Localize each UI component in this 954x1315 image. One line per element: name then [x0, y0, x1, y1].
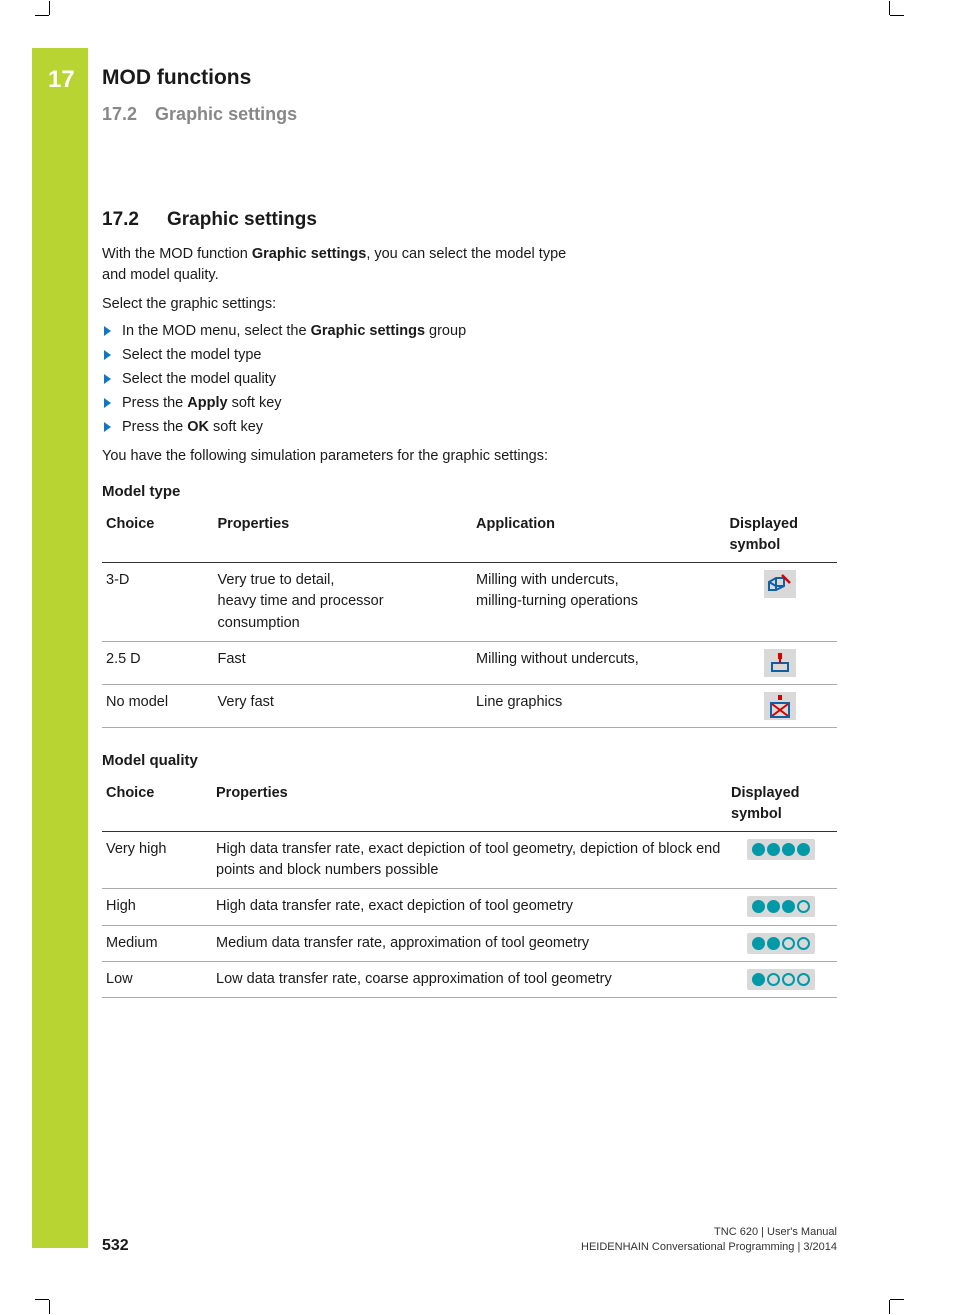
footer-line1: TNC 620 | User's Manual [581, 1225, 837, 1240]
quality-dots-icon [747, 933, 815, 954]
intro-paragraph: With the MOD function Graphic settings, … [102, 244, 582, 286]
heading-number: 17.2 [102, 209, 139, 230]
after-text: You have the following simulation parame… [102, 446, 837, 467]
table-row: 2.5 DFastMilling without undercuts, [102, 641, 837, 684]
t2-h-sym: Displayed symbol [727, 777, 837, 832]
chapter-tab [32, 48, 88, 1248]
intro-bold: Graphic settings [252, 246, 366, 262]
subsection-header: 17.2 Graphic settings [102, 104, 297, 125]
model-type-table: Choice Properties Application Displayed … [102, 508, 837, 727]
quality-dots-icon [747, 969, 815, 990]
t2-h-props: Properties [212, 777, 727, 832]
chapter-number: 17 [48, 66, 75, 94]
t1-h-app: Application [472, 508, 725, 563]
25d-icon [764, 649, 796, 677]
table1-title: Model type [102, 481, 837, 503]
subsection-number: 17.2 [102, 104, 137, 124]
table-row: HighHigh data transfer rate, exact depic… [102, 889, 837, 925]
step-item: Press the OK soft key [102, 417, 837, 438]
footer-line2: HEIDENHAIN Conversational Programming | … [581, 1240, 837, 1255]
steps-list: In the MOD menu, select the Graphic sett… [102, 321, 837, 438]
step-item: Select the model type [102, 345, 837, 366]
table2-title: Model quality [102, 750, 837, 772]
t1-h-choice: Choice [102, 508, 214, 563]
nomodel-icon [764, 692, 796, 720]
page-number: 532 [102, 1237, 129, 1255]
table-row: No modelVery fastLine graphics [102, 684, 837, 727]
subsection-title: Graphic settings [155, 104, 297, 124]
intro-pre: With the MOD function [102, 246, 252, 262]
section-heading: 17.2 Graphic settings [102, 206, 837, 234]
step-item: Select the model quality [102, 369, 837, 390]
step-item: In the MOD menu, select the Graphic sett… [102, 321, 837, 342]
t1-h-props: Properties [214, 508, 473, 563]
quality-dots-icon [747, 839, 815, 860]
main-content: 17.2 Graphic settings With the MOD functi… [102, 206, 837, 998]
chapter-title: MOD functions [102, 66, 297, 90]
table-row: Very highHigh data transfer rate, exact … [102, 832, 837, 889]
lead-text: Select the graphic settings: [102, 294, 837, 315]
table-row: LowLow data transfer rate, coarse approx… [102, 962, 837, 998]
table-row: MediumMedium data transfer rate, approxi… [102, 925, 837, 961]
step-item: Press the Apply soft key [102, 393, 837, 414]
table-row: 3-DVery true to detail, heavy time and p… [102, 563, 837, 641]
3d-icon [764, 570, 796, 598]
model-quality-table: Choice Properties Displayed symbol Very … [102, 777, 837, 998]
quality-dots-icon [747, 896, 815, 917]
footer-right: TNC 620 | User's Manual HEIDENHAIN Conve… [581, 1225, 837, 1255]
t2-h-choice: Choice [102, 777, 212, 832]
t1-h-sym: Displayed symbol [725, 508, 837, 563]
heading-title: Graphic settings [167, 209, 317, 230]
page-header: MOD functions 17.2 Graphic settings [102, 66, 297, 125]
page-footer: 532 TNC 620 | User's Manual HEIDENHAIN C… [102, 1225, 837, 1255]
